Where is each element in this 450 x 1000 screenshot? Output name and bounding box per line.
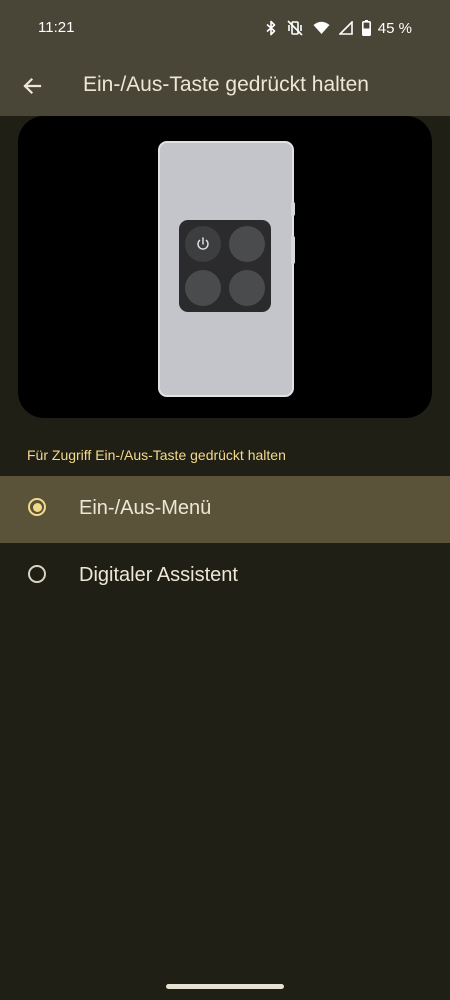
app-bar: Ein-/Aus-Taste gedrückt halten bbox=[0, 56, 450, 116]
radio-button-selected[interactable] bbox=[28, 498, 46, 516]
vibrate-off-icon bbox=[286, 20, 304, 36]
bluetooth-icon bbox=[265, 20, 277, 36]
illustration bbox=[18, 116, 432, 418]
back-button[interactable] bbox=[16, 70, 48, 102]
radio-button[interactable] bbox=[28, 565, 46, 583]
status-time: 11:21 bbox=[38, 19, 75, 36]
menu-tile bbox=[185, 270, 221, 306]
battery-icon bbox=[361, 20, 371, 36]
wifi-icon bbox=[313, 21, 330, 35]
menu-tile bbox=[229, 270, 265, 306]
section-header: Für Zugriff Ein-/Aus-Taste gedrückt halt… bbox=[27, 447, 286, 463]
power-icon bbox=[197, 237, 209, 250]
option-digital-assistant[interactable]: Digitaler Assistent bbox=[0, 543, 450, 610]
status-bar: 11:21 45 % bbox=[0, 0, 450, 56]
option-label: Ein-/Aus-Menü bbox=[79, 497, 212, 519]
radio-dot bbox=[32, 502, 42, 512]
page-title: Ein-/Aus-Taste gedrückt halten bbox=[83, 73, 369, 96]
power-menu-illustration bbox=[179, 220, 271, 312]
menu-tile bbox=[229, 226, 265, 262]
arrow-back-icon bbox=[23, 77, 42, 95]
power-tile bbox=[185, 226, 221, 262]
option-label: Digitaler Assistent bbox=[79, 564, 238, 586]
battery-percentage: 45 % bbox=[377, 19, 412, 37]
status-icons: 45 % bbox=[265, 18, 412, 38]
option-power-menu[interactable]: Ein-/Aus-Menü bbox=[0, 476, 450, 543]
signal-icon bbox=[338, 21, 353, 35]
phone-power-button bbox=[291, 236, 295, 264]
phone-volume-button bbox=[291, 202, 295, 216]
home-indicator[interactable] bbox=[166, 984, 284, 989]
